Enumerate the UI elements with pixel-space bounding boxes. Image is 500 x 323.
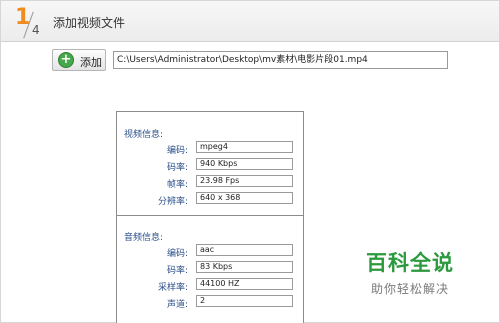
video-bitrate-value: 940 Kbps [196, 158, 293, 170]
video-codec-label: 编码: [166, 146, 188, 156]
video-codec-value: mpeg4 [196, 141, 293, 153]
plus-circle-icon: + [58, 52, 74, 68]
step-total: 4 [32, 23, 40, 37]
file-path-field[interactable]: C:\Users\Administrator\Desktop\mv素材\电影片段… [113, 51, 448, 69]
video-framerate-value: 23.98 Fps [196, 175, 293, 187]
audio-samplerate-label: 采样率: [157, 283, 188, 293]
video-info-title: 视频信息: [124, 130, 164, 140]
page-title: 添加视频文件 [53, 16, 126, 30]
audio-bitrate-value: 83 Kbps [196, 261, 293, 273]
video-resolution-value: 640 x 368 [196, 192, 293, 204]
audio-samplerate-value: 44100 HZ [196, 278, 293, 290]
add-button-label: 添加 [80, 56, 102, 69]
audio-codec-value: aac [196, 244, 293, 256]
section-divider [117, 215, 303, 216]
step-header: 1 4 添加视频文件 [1, 1, 499, 42]
watermark-title: 百科全说 [366, 251, 454, 275]
video-framerate-label: 帧率: [166, 180, 188, 190]
audio-codec-label: 编码: [166, 249, 188, 259]
watermark: 百科全说 助你轻松解决 [362, 247, 458, 297]
audio-channels-value: 2 [196, 295, 293, 307]
audio-info-title: 音频信息: [124, 233, 164, 243]
video-resolution-label: 分辨率: [157, 197, 188, 207]
video-bitrate-label: 码率: [166, 163, 188, 173]
watermark-subtitle: 助你轻松解决 [370, 282, 449, 296]
audio-channels-label: 声道: [166, 300, 188, 310]
audio-bitrate-label: 码率: [166, 266, 188, 276]
media-info-panel: 视频信息: 编码: mpeg4 码率: 940 Kbps 帧率: 23.98 F… [116, 111, 304, 323]
add-button[interactable]: + 添加 [52, 49, 106, 71]
